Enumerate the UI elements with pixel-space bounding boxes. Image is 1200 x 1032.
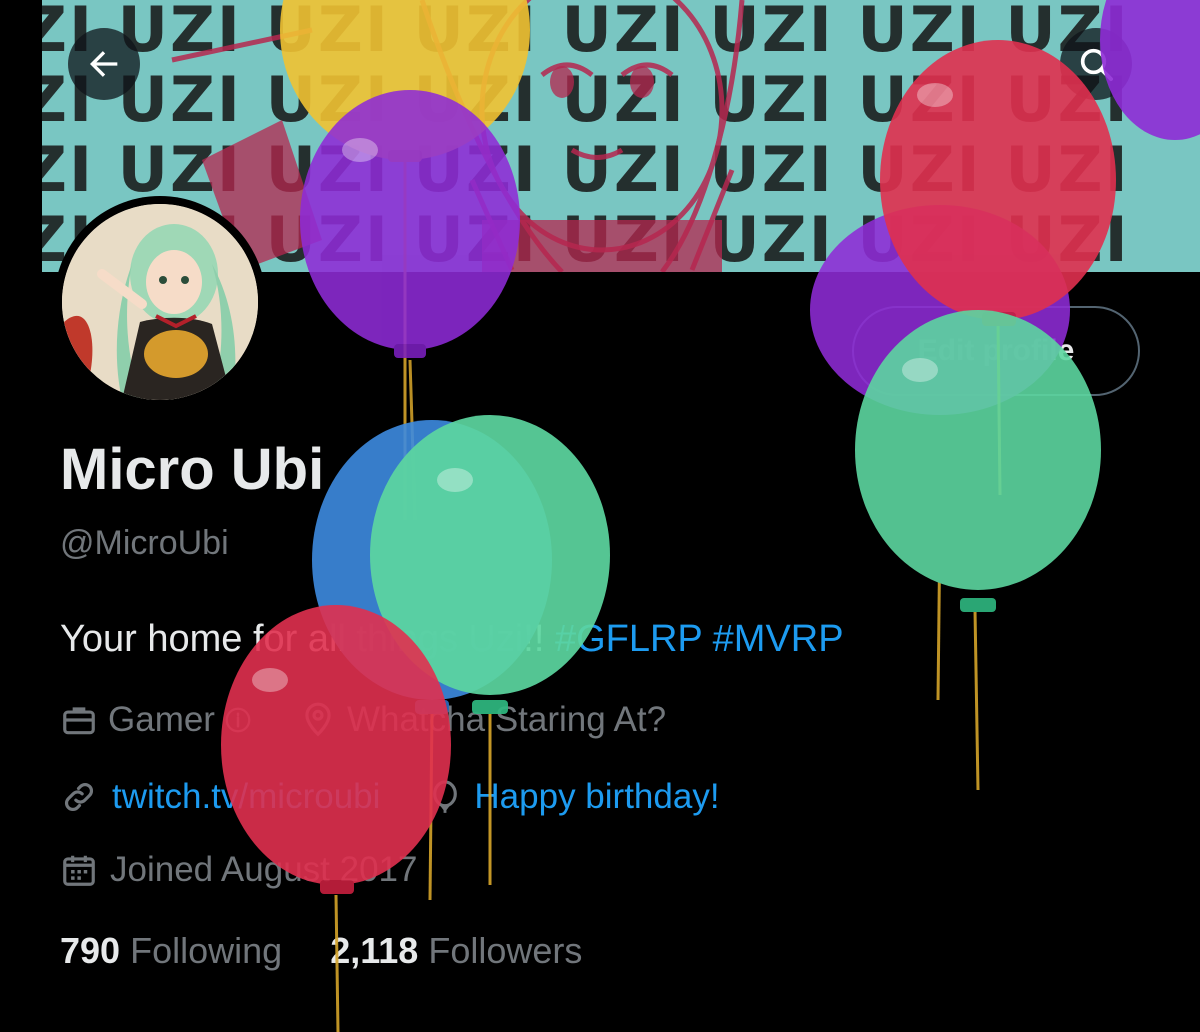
birthday-label[interactable]: Happy birthday! <box>474 777 719 817</box>
briefcase-icon <box>63 707 95 735</box>
handle: @MicroUbi <box>60 524 229 562</box>
info-icon[interactable] <box>223 705 253 735</box>
arrow-left-icon <box>90 51 118 77</box>
display-name: Micro Ubi <box>60 437 325 502</box>
avatar-image <box>62 204 258 400</box>
followers-count: 2,118 <box>330 930 419 971</box>
category-label: Gamer <box>108 700 215 739</box>
back-button[interactable] <box>68 28 140 100</box>
website-link[interactable]: twitch.tv/microubi <box>112 777 380 817</box>
meta-row-category-location: Gamer Whatcha Staring At? <box>60 700 666 740</box>
bio: Your home for all things Uzi!! #GFLRP #M… <box>60 618 844 661</box>
meta-row-website-birthday: twitch.tv/microubi Happy birthday! <box>60 777 720 817</box>
link-icon <box>65 783 93 811</box>
banner-edge <box>0 0 42 272</box>
search-button[interactable] <box>1060 28 1132 100</box>
followers-link[interactable]: 2,118 Followers <box>330 930 582 971</box>
bio-text: Your home for all things Uzi!! <box>60 618 555 660</box>
meta-row-joined: Joined August 2017 <box>60 850 417 890</box>
following-label: Following <box>130 930 283 971</box>
location-label: Whatcha Staring At? <box>346 700 667 739</box>
balloon-icon <box>433 780 458 813</box>
joined-date: Joined August 2017 <box>110 850 418 889</box>
hashtag-link[interactable]: #GFLRP <box>555 618 702 660</box>
followers-label: Followers <box>428 930 583 971</box>
edit-profile-button[interactable]: Edit profile <box>852 306 1140 396</box>
calendar-icon <box>63 855 95 886</box>
location-icon <box>305 702 331 737</box>
avatar[interactable] <box>54 196 266 408</box>
following-link[interactable]: 790 Following <box>60 930 282 971</box>
hashtag-link[interactable]: #MVRP <box>713 618 844 660</box>
search-icon <box>1080 48 1113 81</box>
following-count: 790 <box>60 930 121 971</box>
follow-stats: 790 Following 2,118 Followers <box>60 930 582 972</box>
